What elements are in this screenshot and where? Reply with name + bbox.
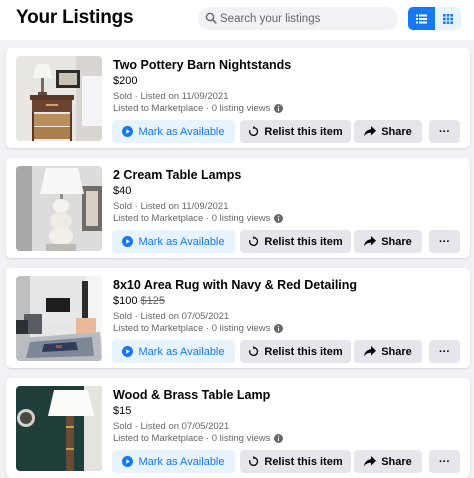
listing-photo-brass-lamp[interactable] (16, 386, 102, 471)
more-options-button[interactable]: ··· (429, 340, 460, 363)
relist-button[interactable]: Relist this item (240, 230, 351, 253)
grid-view-button[interactable] (434, 7, 461, 30)
listing-views-row: Listed to Marketplace · 0 listing views (113, 103, 284, 114)
listing-views: Listed to Marketplace · 0 listing views (113, 323, 271, 334)
listing-status: Sold · Listed on 11/09/2021 (113, 201, 229, 212)
page-title: Your Listings (16, 7, 134, 28)
mark-as-available-button[interactable]: Mark as Available (112, 230, 235, 253)
mark-as-available-label: Mark as Available (138, 455, 225, 468)
refresh-icon (249, 126, 259, 137)
info-icon[interactable] (274, 324, 284, 333)
listing-price-row: $100 $125 (113, 295, 165, 307)
info-icon[interactable] (274, 104, 284, 113)
more-options-icon: ··· (439, 345, 450, 358)
more-options-icon: ··· (439, 455, 450, 468)
listing-views-row: Listed to Marketplace · 0 listing views (113, 213, 284, 224)
more-options-button[interactable]: ··· (429, 120, 460, 143)
search-input[interactable] (220, 7, 392, 30)
listing-card[interactable]: Two Pottery Barn Nightstands $200 Sold ·… (6, 48, 470, 148)
more-options-button[interactable]: ··· (429, 450, 460, 473)
mark-as-available-button[interactable]: Mark as Available (112, 340, 235, 363)
search-bar[interactable] (198, 7, 398, 30)
listing-price: $15 (113, 405, 132, 417)
list-view-button[interactable] (408, 7, 435, 30)
refresh-icon (249, 346, 259, 357)
share-button[interactable]: Share (354, 120, 422, 143)
share-button[interactable]: Share (354, 340, 422, 363)
share-button[interactable]: Share (354, 450, 422, 473)
share-label: Share (381, 455, 412, 468)
mark-as-available-label: Mark as Available (138, 235, 225, 248)
listing-price-row: $40 (113, 185, 131, 197)
relist-label: Relist this item (264, 345, 343, 358)
mark-as-available-button[interactable]: Mark as Available (112, 450, 235, 473)
listing-card[interactable]: Wood & Brass Table Lamp $15 Sold · Liste… (6, 378, 470, 478)
share-label: Share (381, 345, 412, 358)
more-options-icon: ··· (439, 125, 450, 138)
share-arrow-icon (364, 126, 377, 137)
relist-button[interactable]: Relist this item (240, 340, 351, 363)
relist-label: Relist this item (264, 235, 343, 248)
listing-price-row: $15 (113, 405, 131, 417)
play-circle-icon (122, 236, 134, 247)
refresh-icon (249, 236, 259, 247)
listing-views: Listed to Marketplace · 0 listing views (113, 213, 271, 224)
grid-view-icon (442, 13, 453, 24)
mark-as-available-label: Mark as Available (138, 125, 225, 138)
listing-original-price: $125 (140, 295, 165, 307)
listing-card[interactable]: 2 Cream Table Lamps $40 Sold · Listed on… (6, 158, 470, 258)
search-icon (205, 12, 217, 24)
listing-status: Sold · Listed on 11/09/2021 (113, 91, 229, 102)
listing-price: $40 (113, 185, 132, 197)
share-arrow-icon (364, 236, 377, 247)
relist-label: Relist this item (264, 125, 343, 138)
listing-views: Listed to Marketplace · 0 listing views (113, 433, 271, 444)
listing-photo-area-rug[interactable] (16, 276, 102, 361)
view-toggle (408, 7, 461, 30)
more-options-button[interactable]: ··· (429, 230, 460, 253)
play-circle-icon (122, 346, 134, 357)
listing-status: Sold · Listed on 07/05/2021 (113, 311, 230, 322)
listing-views-row: Listed to Marketplace · 0 listing views (113, 433, 284, 444)
relist-button[interactable]: Relist this item (240, 450, 351, 473)
relist-label: Relist this item (264, 455, 343, 468)
listing-price: $100 (113, 295, 138, 307)
listing-title[interactable]: 8x10 Area Rug with Navy & Red Detailing (113, 278, 357, 292)
listing-photo-nightstands[interactable] (16, 56, 102, 141)
share-button[interactable]: Share (354, 230, 422, 253)
play-circle-icon (122, 126, 134, 137)
info-icon[interactable] (274, 214, 284, 223)
mark-as-available-button[interactable]: Mark as Available (112, 120, 235, 143)
listing-title[interactable]: Two Pottery Barn Nightstands (113, 58, 291, 72)
listing-title[interactable]: Wood & Brass Table Lamp (113, 388, 270, 402)
listing-title[interactable]: 2 Cream Table Lamps (113, 168, 241, 182)
list-view-icon (415, 14, 427, 23)
info-icon[interactable] (274, 434, 284, 443)
relist-button[interactable]: Relist this item (240, 120, 351, 143)
more-options-icon: ··· (439, 235, 450, 248)
listing-price: $200 (113, 75, 138, 87)
listing-views: Listed to Marketplace · 0 listing views (113, 103, 271, 114)
listing-photo-table-lamps[interactable] (16, 166, 102, 251)
listing-price-row: $200 (113, 75, 137, 87)
share-label: Share (381, 125, 412, 138)
share-arrow-icon (364, 346, 377, 357)
mark-as-available-label: Mark as Available (138, 345, 225, 358)
listing-status: Sold · Listed on 07/05/2021 (113, 421, 230, 432)
top-header: Your Listings (0, 0, 474, 40)
listing-views-row: Listed to Marketplace · 0 listing views (113, 323, 284, 334)
listing-card[interactable]: 8x10 Area Rug with Navy & Red Detailing … (6, 268, 470, 368)
share-label: Share (381, 235, 412, 248)
